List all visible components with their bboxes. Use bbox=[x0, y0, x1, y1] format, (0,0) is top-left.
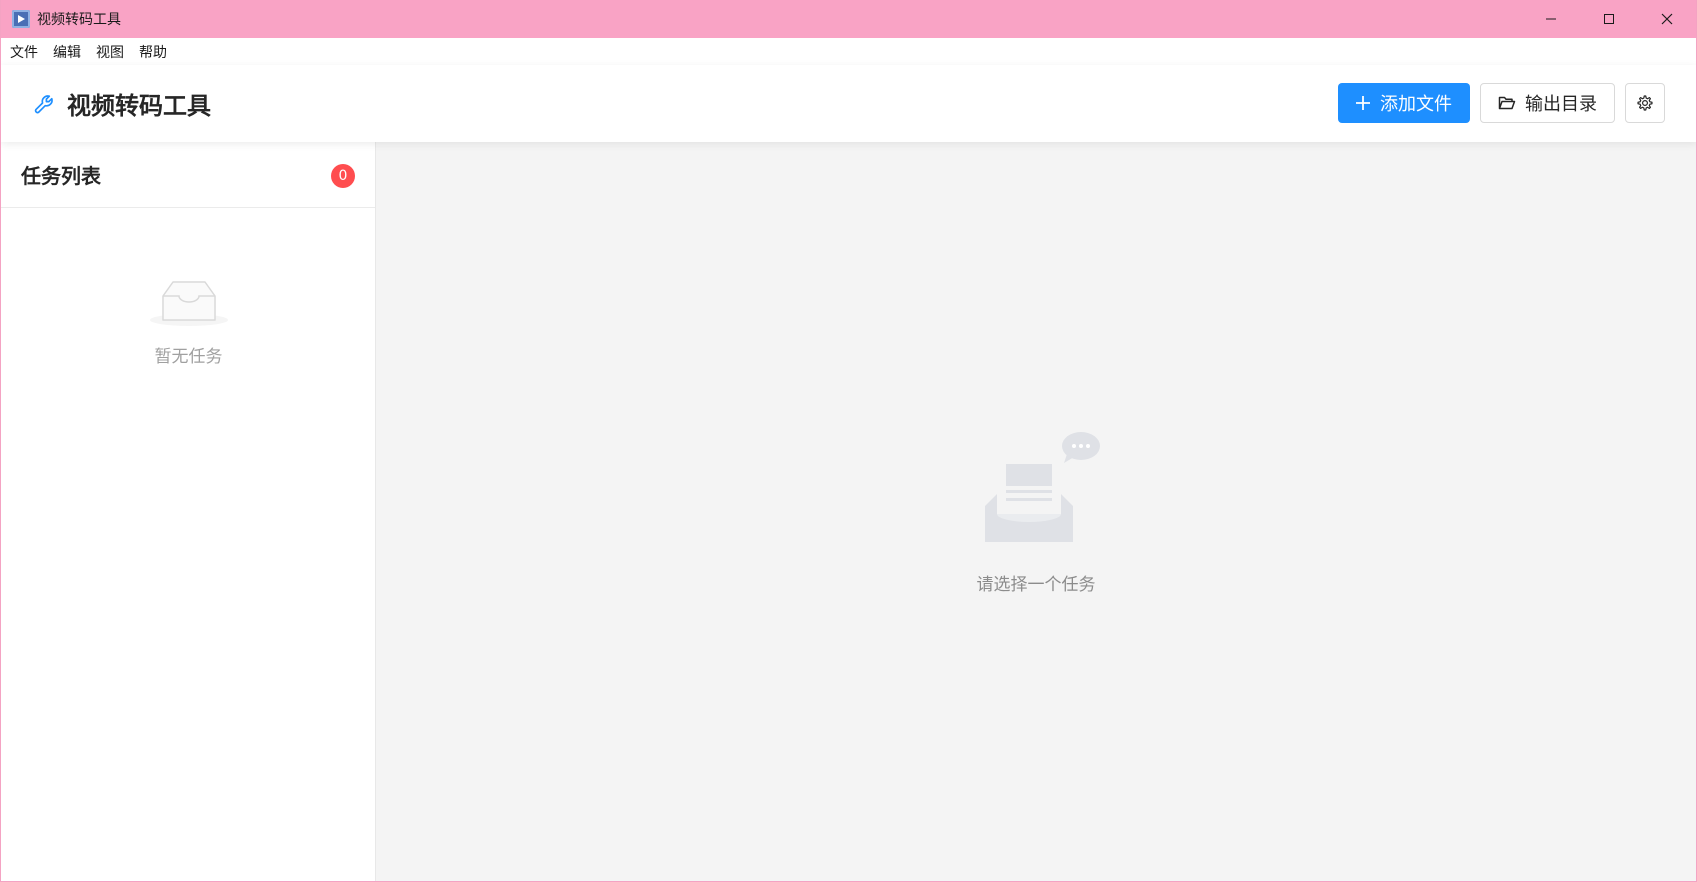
menu-help[interactable]: 帮助 bbox=[139, 42, 167, 62]
task-sidebar: 任务列表 0 暂无任务 bbox=[1, 142, 376, 881]
menu-view[interactable]: 视图 bbox=[96, 42, 124, 62]
output-dir-label: 输出目录 bbox=[1525, 94, 1597, 115]
sidebar-empty-state: 暂无任务 bbox=[1, 276, 376, 367]
sidebar-empty-text: 暂无任务 bbox=[154, 347, 223, 367]
window-title: 视频转码工具 bbox=[37, 12, 121, 28]
gear-icon bbox=[1637, 95, 1653, 111]
main-empty-text: 请选择一个任务 bbox=[976, 575, 1096, 595]
maximize-button[interactable] bbox=[1580, 0, 1638, 38]
plus-icon bbox=[1356, 96, 1370, 110]
settings-button[interactable] bbox=[1625, 83, 1665, 123]
maximize-icon bbox=[1604, 14, 1614, 24]
main-empty-state: 请选择一个任务 bbox=[376, 428, 1696, 595]
add-file-label: 添加文件 bbox=[1380, 94, 1452, 115]
title-bar[interactable]: 视频转码工具 bbox=[1, 0, 1696, 38]
page-title: 视频转码工具 bbox=[67, 92, 211, 120]
output-dir-button[interactable]: 输出目录 bbox=[1480, 83, 1615, 123]
task-detail-panel: 请选择一个任务 bbox=[376, 142, 1696, 881]
wrench-icon bbox=[34, 94, 53, 113]
minimize-button[interactable] bbox=[1522, 0, 1580, 38]
menu-file[interactable]: 文件 bbox=[10, 42, 38, 62]
close-icon bbox=[1661, 13, 1673, 25]
folder-open-icon bbox=[1498, 96, 1516, 110]
app-play-icon bbox=[12, 10, 30, 28]
close-button[interactable] bbox=[1638, 0, 1696, 38]
add-file-button[interactable]: 添加文件 bbox=[1338, 83, 1470, 123]
sidebar-header: 任务列表 0 bbox=[1, 142, 375, 208]
app-header: 视频转码工具 添加文件 输出目录 bbox=[1, 65, 1696, 142]
menu-edit[interactable]: 编辑 bbox=[53, 42, 81, 62]
empty-inbox-message-icon bbox=[985, 432, 1100, 542]
app-window: 视频转码工具 文件 编辑 视图 帮助 视频转码工具 添加文件 输出目录 任务列表… bbox=[0, 0, 1697, 882]
empty-inbox-icon bbox=[149, 281, 228, 326]
task-count-badge: 0 bbox=[331, 164, 355, 188]
menu-bar: 文件 编辑 视图 帮助 bbox=[1, 38, 1696, 65]
task-list-title: 任务列表 bbox=[21, 164, 101, 188]
minimize-icon bbox=[1546, 18, 1556, 20]
